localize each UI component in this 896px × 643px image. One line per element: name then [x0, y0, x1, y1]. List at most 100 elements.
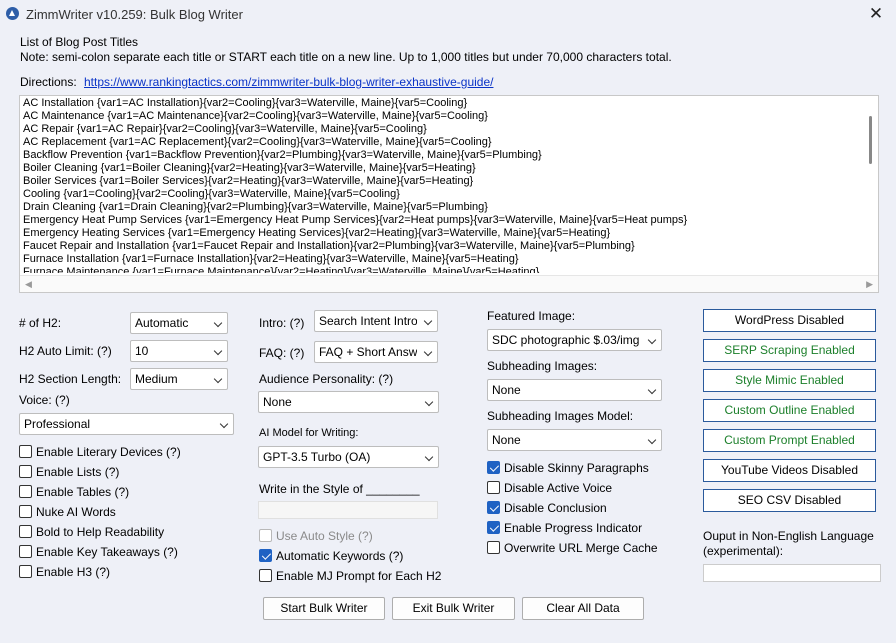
overwrite-url-merge-cache-checkbox[interactable]: Overwrite URL Merge Cache	[487, 541, 658, 557]
zimmwriter-app-icon	[6, 7, 19, 20]
custom-prompt-button[interactable]: Custom Prompt Enabled	[703, 429, 876, 452]
bold-readability-checkbox[interactable]: Bold to Help Readability	[19, 525, 164, 541]
voice-label: Voice: (?)	[19, 393, 70, 407]
language-label: Ouput in Non-English Language	[703, 529, 874, 543]
mj-prompt-checkbox[interactable]: Enable MJ Prompt for Each H2	[259, 569, 441, 585]
checkbox-box[interactable]	[19, 485, 32, 498]
ai-model-select[interactable]: GPT-3.5 Turbo (OA)	[258, 446, 439, 468]
checkbox-box[interactable]	[19, 445, 32, 458]
subheading-images-model-value: None	[492, 433, 521, 447]
checkbox-label: Overwrite URL Merge Cache	[504, 541, 658, 555]
subheading-images-select[interactable]: None	[487, 379, 662, 401]
checkbox-label: Nuke AI Words	[36, 505, 116, 519]
faq-label: FAQ: (?)	[259, 346, 305, 360]
directions-link[interactable]: https://www.rankingtactics.com/zimmwrite…	[84, 75, 493, 89]
key-takeaways-checkbox[interactable]: Enable Key Takeaways (?)	[19, 545, 178, 561]
ai-model-value: GPT-3.5 Turbo (OA)	[263, 450, 371, 464]
intro-label: Intro: (?)	[259, 316, 305, 330]
language-input[interactable]	[703, 564, 881, 582]
checkbox-box[interactable]	[487, 481, 500, 494]
title-bar: ZimmWriter v10.259: Bulk Blog Writer ✕	[0, 0, 896, 28]
faq-value: FAQ + Short Answer	[319, 345, 417, 359]
subheading-images-model-label: Subheading Images Model:	[487, 409, 634, 423]
write-style-input[interactable]	[258, 501, 438, 519]
checkbox-box[interactable]	[19, 525, 32, 538]
checkbox-box[interactable]	[19, 565, 32, 578]
h3-checkbox[interactable]: Enable H3 (?)	[19, 565, 110, 581]
checkbox-label: Disable Skinny Paragraphs	[504, 461, 649, 475]
chevron-down-icon	[424, 397, 434, 407]
chevron-down-icon	[424, 452, 434, 462]
voice-value: Professional	[24, 417, 91, 431]
exit-bulk-writer-button[interactable]: Exit Bulk Writer	[392, 597, 515, 620]
titles-text[interactable]: AC Installation {var1=AC Installation}{v…	[23, 97, 863, 273]
close-icon[interactable]: ✕	[866, 4, 886, 24]
use-auto-style-checkbox[interactable]: Use Auto Style (?)	[259, 529, 373, 545]
chevron-down-icon	[647, 385, 657, 395]
serp-scraping-button[interactable]: SERP Scraping Enabled	[703, 339, 876, 362]
automatic-keywords-checkbox[interactable]: Automatic Keywords (?)	[259, 549, 403, 565]
tables-checkbox[interactable]: Enable Tables (?)	[19, 485, 129, 501]
h2-auto-limit-select[interactable]: 10	[130, 340, 228, 362]
audience-personality-select[interactable]: None	[258, 391, 439, 413]
h2-section-length-value: Medium	[135, 372, 178, 386]
h2-section-length-select[interactable]: Medium	[130, 368, 228, 390]
horizontal-scrollbar[interactable]: ◀ ▶	[20, 275, 878, 292]
scroll-left-icon[interactable]: ◀	[25, 279, 32, 290]
checkbox-box[interactable]	[259, 529, 272, 542]
vertical-scrollbar[interactable]	[869, 116, 872, 164]
voice-select[interactable]: Professional	[19, 413, 234, 435]
scroll-right-icon[interactable]: ▶	[866, 279, 873, 290]
titles-textarea[interactable]: AC Installation {var1=AC Installation}{v…	[19, 95, 879, 293]
style-mimic-button[interactable]: Style Mimic Enabled	[703, 369, 876, 392]
wordpress-button[interactable]: WordPress Disabled	[703, 309, 876, 332]
h2-auto-limit-label: H2 Auto Limit: (?)	[19, 344, 112, 358]
seo-csv-button[interactable]: SEO CSV Disabled	[703, 489, 876, 512]
checkbox-label: Enable Progress Indicator	[504, 521, 643, 535]
checkbox-box[interactable]	[487, 461, 500, 474]
h2-count-value: Automatic	[135, 316, 189, 330]
literary-devices-checkbox[interactable]: Enable Literary Devices (?)	[19, 445, 181, 461]
checkbox-box[interactable]	[259, 549, 272, 562]
h2-auto-limit-value: 10	[135, 344, 149, 358]
checkbox-box[interactable]	[487, 501, 500, 514]
intro-value: Search Intent Intro	[319, 314, 417, 328]
start-bulk-writer-button[interactable]: Start Bulk Writer	[263, 597, 385, 620]
h2-count-select[interactable]: Automatic	[130, 312, 228, 334]
checkbox-box[interactable]	[19, 505, 32, 518]
checkbox-box[interactable]	[19, 465, 32, 478]
featured-image-label: Featured Image:	[487, 309, 576, 323]
checkbox-box[interactable]	[19, 545, 32, 558]
chevron-down-icon	[213, 374, 223, 384]
lists-checkbox[interactable]: Enable Lists (?)	[19, 465, 119, 481]
checkbox-box[interactable]	[487, 541, 500, 554]
checkbox-label: Disable Active Voice	[504, 481, 613, 495]
checkbox-box[interactable]	[487, 521, 500, 534]
featured-image-select[interactable]: SDC photographic $.03/img	[487, 329, 662, 351]
h2-count-label: # of H2:	[19, 316, 62, 330]
intro-select[interactable]: Search Intent Intro	[314, 310, 438, 332]
disable-conclusion-checkbox[interactable]: Disable Conclusion	[487, 501, 607, 517]
faq-select[interactable]: FAQ + Short Answer	[314, 341, 438, 363]
disable-skinny-paragraphs-checkbox[interactable]: Disable Skinny Paragraphs	[487, 461, 649, 477]
language-label-experimental: (experimental):	[703, 544, 784, 558]
disable-active-voice-checkbox[interactable]: Disable Active Voice	[487, 481, 612, 497]
youtube-videos-button[interactable]: YouTube Videos Disabled	[703, 459, 876, 482]
custom-outline-button[interactable]: Custom Outline Enabled	[703, 399, 876, 422]
clear-all-data-button[interactable]: Clear All Data	[522, 597, 644, 620]
audience-personality-label: Audience Personality: (?)	[259, 372, 394, 386]
titles-note: Note: semi-colon separate each title or …	[20, 50, 672, 64]
nuke-ai-words-checkbox[interactable]: Nuke AI Words	[19, 505, 116, 521]
checkbox-label: Disable Conclusion	[504, 501, 607, 515]
featured-image-value: SDC photographic $.03/img	[492, 333, 640, 347]
checkbox-label: Automatic Keywords (?)	[276, 549, 404, 563]
ai-model-label: AI Model for Writing:	[259, 427, 359, 439]
chevron-down-icon	[423, 316, 433, 326]
subheading-images-model-select[interactable]: None	[487, 429, 662, 451]
chevron-down-icon	[647, 335, 657, 345]
checkbox-label: Enable MJ Prompt for Each H2	[276, 569, 442, 583]
progress-indicator-checkbox[interactable]: Enable Progress Indicator	[487, 521, 642, 537]
chevron-down-icon	[219, 419, 229, 429]
checkbox-box[interactable]	[259, 569, 272, 582]
chevron-down-icon	[213, 346, 223, 356]
